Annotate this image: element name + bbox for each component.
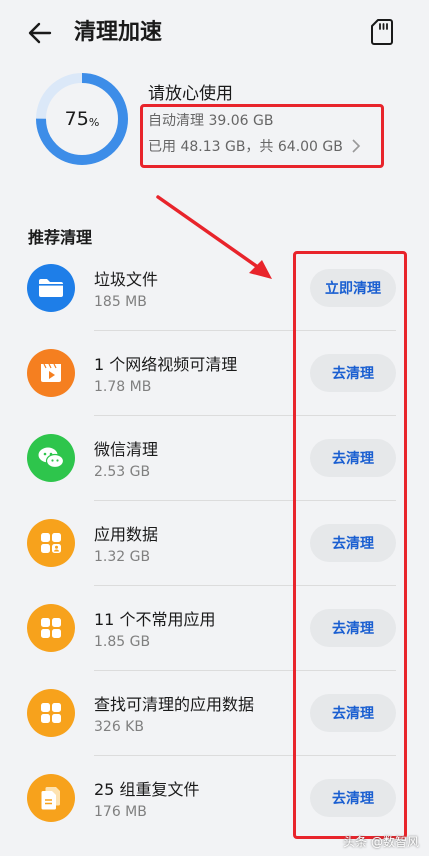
page-title: 清理加速 xyxy=(74,20,163,45)
item-size: 2.53 GB xyxy=(94,464,151,480)
item-name: 查找可清理的应用数据 xyxy=(94,695,255,714)
video-icon xyxy=(41,363,61,382)
header: 清理加速 xyxy=(0,0,429,66)
apps-grid-icon xyxy=(41,703,61,723)
section-title: 推荐清理 xyxy=(28,228,93,247)
item-icon xyxy=(27,349,75,397)
item-icon xyxy=(27,774,75,822)
item-name: 1 个网络视频可清理 xyxy=(94,355,238,374)
storage-percent-value: 75 xyxy=(64,108,89,130)
duplicate-files-icon xyxy=(41,787,60,810)
item-size: 326 KB xyxy=(94,719,144,735)
item-size: 1.78 MB xyxy=(94,379,152,395)
item-icon xyxy=(27,434,75,482)
item-name: 11 个不常用应用 xyxy=(94,610,216,629)
item-size: 176 MB xyxy=(94,804,147,820)
item-size: 1.32 GB xyxy=(94,549,151,565)
storage-percent: 75% xyxy=(34,71,130,167)
storage-percent-unit: % xyxy=(88,115,100,129)
storage-highlight-box xyxy=(140,104,384,168)
item-icon xyxy=(27,689,75,737)
item-icon xyxy=(27,604,75,652)
folder-icon xyxy=(39,279,63,297)
sd-card-icon[interactable] xyxy=(371,18,393,46)
item-icon xyxy=(27,519,75,567)
item-name: 25 组重复文件 xyxy=(94,780,200,799)
item-icon xyxy=(27,264,75,312)
item-size: 1.85 GB xyxy=(94,634,151,650)
actions-highlight-box xyxy=(293,251,407,839)
item-size: 185 MB xyxy=(94,294,147,310)
wechat-icon xyxy=(38,447,65,469)
apps-grid-icon xyxy=(41,618,61,638)
arrow-left-icon[interactable] xyxy=(26,19,54,47)
storage-title: 请放心使用 xyxy=(148,84,233,104)
app-data-icon xyxy=(41,533,61,553)
item-name: 应用数据 xyxy=(94,525,159,544)
item-name: 垃圾文件 xyxy=(94,270,159,289)
watermark: 头条 @数智风 xyxy=(343,835,419,849)
item-name: 微信清理 xyxy=(94,440,159,459)
